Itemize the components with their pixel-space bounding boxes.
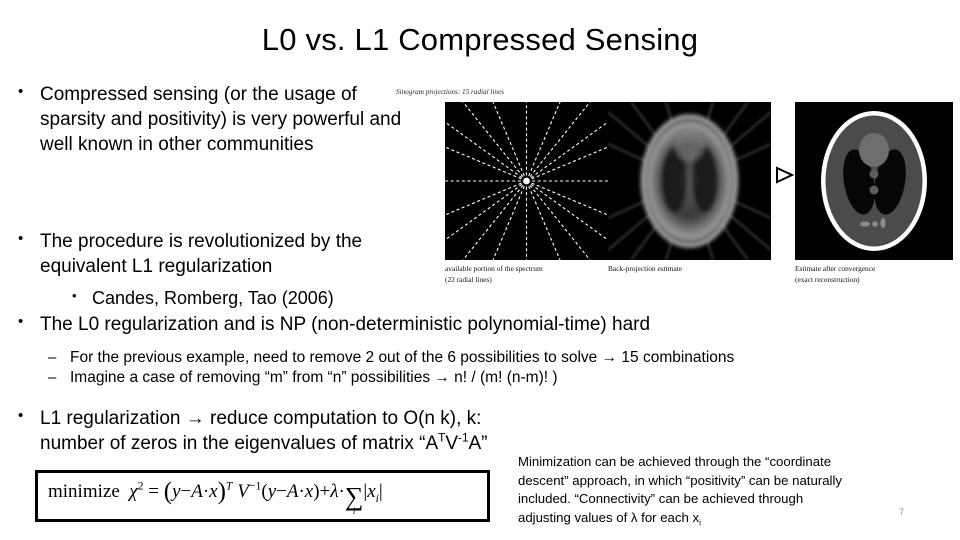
equation-A2: A <box>286 480 299 502</box>
panel-caption-line-1: available portion of the spectrum <box>445 264 543 273</box>
matrix-inverse-superscript: -1 <box>458 431 469 445</box>
bullet-marker-icon: • <box>18 407 24 424</box>
minimization-equation: minimize χ2 = (y−A·x)T V−1(y−A·x)+λ· ∑ i |x… <box>48 476 383 517</box>
equation-close-paren: ) <box>217 477 226 505</box>
dash-marker-icon: – <box>48 369 57 386</box>
equation-y1: y <box>172 480 181 502</box>
equation-box: minimize χ2 = (y−A·x)T V−1(y−A·x)+λ· ∑ i |x… <box>35 470 490 522</box>
equation-V-exponent: −1 <box>248 479 262 493</box>
note-line-4-text: adjusting values of λ for each x <box>518 510 700 526</box>
equation-y2: y <box>267 480 277 502</box>
bullet-text: The procedure is revolutionized by the e… <box>40 231 363 278</box>
backprojection-image <box>608 102 771 260</box>
page-title: L0 vs. L1 Compressed Sensing <box>261 22 699 57</box>
equation-minimize-label: minimize <box>48 480 120 502</box>
equation-chi-exponent: 2 <box>137 479 144 493</box>
figure-strip: Sinogram projections: 15 radial lines av… <box>393 88 960 293</box>
equation-V: V <box>237 480 249 502</box>
bullet-marker-icon: • <box>72 288 77 303</box>
note-xi-subscript: i <box>699 518 701 528</box>
equation-chi: χ <box>129 480 138 502</box>
sigma-icon: ∑ <box>344 481 364 511</box>
matrix-v-symbol: V <box>445 433 459 455</box>
panel-caption-backprojection: Back-projection estimate <box>608 264 778 275</box>
bullet-item-combinatorics: – Imagine a case of removing “m” from “n… <box>48 368 948 388</box>
bullet-marker-icon: • <box>18 313 24 330</box>
panel-caption-line-2: (exact reconstruction) <box>795 274 860 284</box>
bullet-marker-icon: • <box>18 83 24 100</box>
bullet-text: L1 regularization → reduce computation t… <box>40 406 538 456</box>
note-line-4: adjusting values of λ for each xi <box>518 509 943 528</box>
equation-transpose: T <box>225 479 233 493</box>
figure-top-caption: Sinogram projections: 15 radial lines <box>396 87 504 97</box>
equation-abs-close: | <box>378 480 383 502</box>
panel-caption-line-1: Back-projection estimate <box>608 264 683 273</box>
equation-xi: x <box>367 480 376 502</box>
note-line-2: descent” approach, in which “positivity”… <box>518 472 842 488</box>
radial-lines-icon <box>445 102 608 260</box>
panel-converged-estimate <box>795 102 953 260</box>
bullet-text-line-2: eigenvalues of matrix “ATV-1A” <box>234 431 488 455</box>
dash-marker-icon: – <box>48 349 57 366</box>
shepp-logan-phantom-image <box>795 102 953 260</box>
matrix-expression-suffix: A” <box>468 433 488 455</box>
bullet-item-procedure-revolutionized: • The procedure is revolutionized by the… <box>18 229 418 279</box>
panel-caption-spectrum: available portion of the spectrum (22 ra… <box>445 264 615 285</box>
bullet-item-l0-np-hard: • The L0 regularization and is NP (non-d… <box>18 312 918 337</box>
panel-caption-line-2: (22 radial lines) <box>445 274 492 284</box>
equation-A1: A <box>191 480 203 502</box>
arrow-right-icon <box>773 164 795 186</box>
bullet-text: For the previous example, need to remove… <box>70 349 735 366</box>
panel-caption-converged: Estimate after convergence (exact recons… <box>795 264 960 285</box>
bullet-text: Imagine a case of removing “m” from “n” … <box>70 369 558 386</box>
bullet-item-compressed-sensing: • Compressed sensing (or the usage of sp… <box>18 82 418 157</box>
bullet-text: The L0 regularization and is NP (non-det… <box>40 314 651 335</box>
equation-lambda: λ <box>330 480 339 502</box>
equation-summation: ∑ i <box>344 481 364 517</box>
panel-spectrum-sampling <box>445 102 608 260</box>
note-line-1: Minimization can be achieved through the… <box>518 454 832 469</box>
equation-minus2: − <box>276 480 287 502</box>
sigma-index: i <box>352 506 356 517</box>
slide-canvas: L0 vs. L1 Compressed Sensing • Compresse… <box>0 0 960 540</box>
equation-minus1: − <box>180 480 192 502</box>
note-text-block: Minimization can be achieved through the… <box>518 453 943 528</box>
equation-x1: x <box>209 480 218 502</box>
bullet-item-previous-example: – For the previous example, need to remo… <box>48 348 948 368</box>
equation-x2: x <box>304 480 314 502</box>
matrix-expression-prefix: eigenvalues of matrix “A <box>234 433 439 455</box>
bullet-text: Compressed sensing (or the usage of spar… <box>40 84 402 156</box>
note-line-3: included. “Connectivity” can be achieved… <box>518 491 804 507</box>
bullet-item-l1-complexity: • L1 regularization → reduce computation… <box>18 406 538 456</box>
equation-plus: + <box>319 480 331 502</box>
panel-caption-line-1: Estimate after convergence <box>795 264 876 273</box>
equation-equals: = <box>148 480 159 502</box>
bullet-marker-icon: • <box>18 230 24 247</box>
page-number: 7 <box>899 507 905 517</box>
panel-backprojection-estimate <box>608 102 771 260</box>
equation-open-paren: ( <box>163 477 173 505</box>
